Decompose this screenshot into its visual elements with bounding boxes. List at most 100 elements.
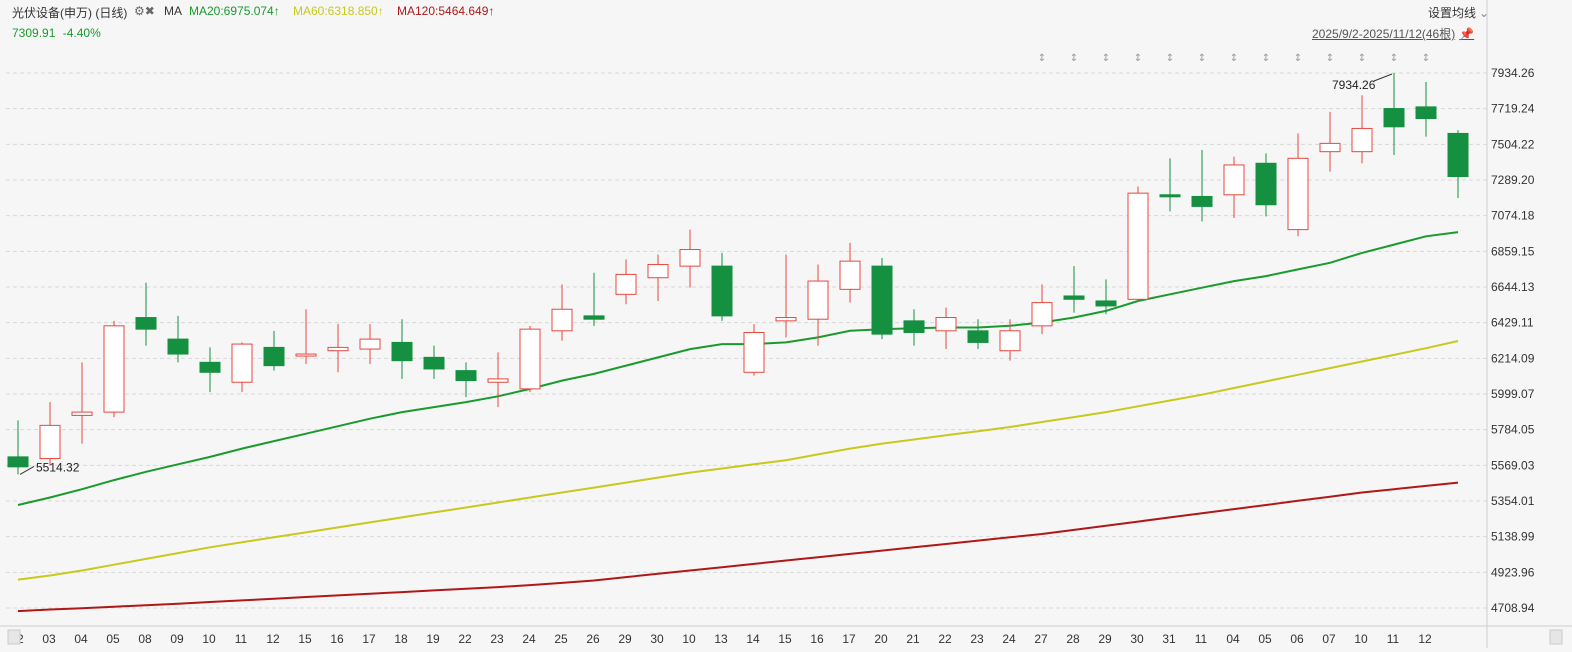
x-tick-label: 10 (202, 632, 216, 646)
candle (743, 324, 765, 376)
candle-body (231, 343, 253, 383)
x-tick-label: 07 (1322, 632, 1336, 646)
candle (423, 345, 445, 379)
candle (1383, 73, 1405, 155)
x-tick-label: 26 (586, 632, 600, 646)
x-tick-label: 04 (1226, 632, 1240, 646)
candle (903, 309, 925, 346)
candle (1031, 284, 1053, 335)
candle (711, 252, 733, 321)
candle (263, 330, 285, 371)
y-tick-label: 7934.26 (1491, 66, 1535, 80)
candlestick-chart[interactable]: 7934.26 7719.24 7504.22 7289.20 7074.18 6859.… (0, 0, 1572, 652)
y-tick-label: 7289.20 (1491, 173, 1535, 187)
x-axis: 0203040508091011121516171819222324252629… (0, 625, 1572, 646)
y-tick-label: 7719.24 (1491, 102, 1535, 116)
x-tick-label: 28 (1066, 632, 1080, 646)
candle-body (967, 330, 989, 343)
x-tick-label: 19 (426, 632, 440, 646)
candle-body (647, 263, 669, 279)
candle-body (999, 330, 1021, 352)
candle-body (1351, 127, 1373, 153)
candle-body (839, 260, 861, 290)
event-arrow-icon: ↕ (1134, 53, 1142, 64)
moving-averages (17, 231, 1459, 613)
candle-body (1255, 162, 1277, 206)
x-tick-label: 23 (490, 632, 504, 646)
candle (135, 282, 157, 346)
x-tick-label: 17 (842, 632, 856, 646)
candle (295, 309, 317, 364)
y-tick-label: 6214.09 (1491, 351, 1535, 365)
candle-body (103, 325, 125, 413)
candle (583, 272, 605, 326)
candle-body (135, 317, 157, 330)
x-tick-label: 17 (362, 632, 376, 646)
x-tick-label: 16 (330, 632, 344, 646)
candle-body (775, 317, 797, 322)
candle-body (391, 341, 413, 362)
candle (807, 264, 829, 346)
x-tick-label: 15 (298, 632, 312, 646)
candle (1415, 82, 1437, 137)
event-arrow-icon: ↕ (1422, 53, 1430, 64)
event-arrow-icon: ↕ (1166, 53, 1174, 64)
x-tick-label: 06 (1290, 632, 1304, 646)
candle-body (359, 338, 381, 350)
high-label: 7934.26 (1332, 78, 1376, 92)
candle (967, 319, 989, 350)
candle (103, 320, 125, 418)
candle-body (615, 273, 637, 295)
candle (231, 342, 253, 393)
x-tick-label: 30 (1130, 632, 1144, 646)
candle-body (455, 370, 477, 382)
candle (551, 284, 573, 341)
event-arrow-icon: ↕ (1038, 53, 1046, 64)
annotations: 7934.26 5514.32 (19, 73, 1393, 475)
candle (871, 257, 893, 340)
x-tick-label: 24 (522, 632, 536, 646)
candle (1191, 150, 1213, 222)
x-tick-label: 03 (42, 632, 56, 646)
x-tick-label: 10 (682, 632, 696, 646)
candle (487, 352, 509, 408)
candle-body (519, 328, 541, 390)
candle-body (1287, 157, 1309, 231)
candle (327, 324, 349, 373)
candle-body (1223, 164, 1245, 196)
candle-body (1191, 195, 1213, 207)
candle-body (871, 265, 893, 335)
x-tick-label: 09 (170, 632, 184, 646)
candle-body (1319, 142, 1341, 153)
event-arrow-icon: ↕ (1230, 53, 1238, 64)
candle (39, 402, 61, 466)
candle-body (1447, 132, 1469, 178)
y-tick-label: 6859.15 (1491, 244, 1535, 258)
event-markers: ↕ ↕ ↕ ↕ ↕ ↕ ↕ ↕ ↕ ↕ ↕ ↕ ↕ (1038, 53, 1430, 64)
event-arrow-icon: ↕ (1262, 53, 1270, 64)
candle-body (1383, 108, 1405, 128)
candle-body (39, 424, 61, 460)
candles[interactable] (7, 73, 1469, 475)
candle (935, 307, 957, 350)
candle-body (1127, 192, 1149, 300)
candle-body (935, 317, 957, 332)
low-label: 5514.32 (36, 460, 80, 474)
candle-body (551, 308, 573, 332)
candle-body (295, 353, 317, 357)
candle (1351, 95, 1373, 164)
candle (679, 229, 701, 288)
x-tick-label: 18 (394, 632, 408, 646)
y-tick-label: 6644.13 (1491, 280, 1535, 294)
x-tick-label: 29 (618, 632, 632, 646)
candle (1319, 111, 1341, 172)
candle (615, 259, 637, 305)
x-tick-label: 22 (938, 632, 952, 646)
y-tick-label: 5138.99 (1491, 530, 1535, 544)
candle (775, 254, 797, 338)
x-tick-label: 11 (1195, 632, 1208, 646)
candle-body (167, 338, 189, 355)
scroll-left-icon (7, 629, 21, 645)
x-tick-label: 24 (1002, 632, 1016, 646)
high-pointer (1373, 73, 1393, 82)
